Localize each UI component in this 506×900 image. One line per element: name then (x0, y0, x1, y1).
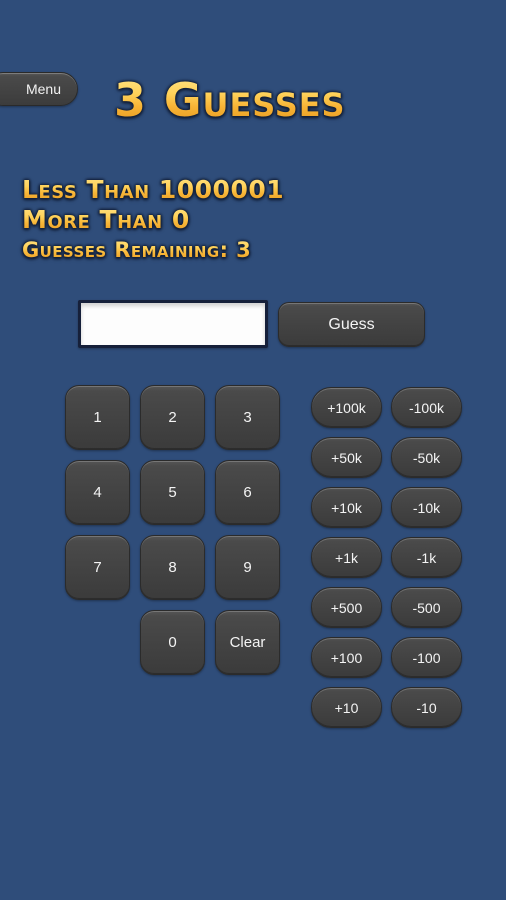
adjust-keypad: +100k -100k +50k -50k +10k -10k +1k -1k +500 -500… (311, 387, 462, 728)
status-guesses-remaining: Guesses Remaining: 3 (22, 237, 284, 264)
key-8-label: 8 (168, 559, 177, 576)
adjust-plus-100k-button[interactable]: +100k (311, 387, 382, 428)
key-blank (65, 610, 130, 675)
status-less-than: Less Than 1000001 (22, 175, 285, 204)
adjust-minus-100-label: -100 (412, 649, 441, 666)
key-3-label: 3 (243, 409, 252, 426)
guess-submit-button[interactable]: Guess (278, 302, 425, 347)
adjust-plus-100-button[interactable]: +100 (311, 637, 382, 678)
adjust-minus-10k-button[interactable]: -10k (391, 487, 462, 528)
adjust-minus-500-label: -500 (412, 599, 441, 616)
key-1-label: 1 (93, 409, 102, 426)
adjust-plus-100k-label: +100k (327, 399, 366, 416)
adjust-minus-1k-button[interactable]: -1k (391, 537, 462, 578)
numeric-keypad: 1 2 3 4 5 6 7 8 9 0 Clear (65, 385, 280, 675)
key-9-label: 9 (243, 559, 252, 576)
key-1[interactable]: 1 (65, 385, 130, 450)
adjust-minus-50k-button[interactable]: -50k (391, 437, 462, 478)
key-6-label: 6 (243, 484, 252, 501)
key-4-label: 4 (93, 484, 102, 501)
guess-input[interactable] (78, 300, 268, 348)
adjust-minus-10k-label: -10k (412, 499, 441, 516)
key-9[interactable]: 9 (215, 535, 280, 600)
adjust-minus-1k-label: -1k (416, 549, 437, 566)
menu-button[interactable]: Menu (0, 72, 78, 106)
menu-button-label: Menu (25, 81, 61, 97)
adjust-minus-10-button[interactable]: -10 (391, 687, 462, 728)
adjust-plus-1k-button[interactable]: +1k (311, 537, 382, 578)
adjust-minus-10-label: -10 (416, 699, 437, 716)
adjust-plus-10-button[interactable]: +10 (311, 687, 382, 728)
adjust-plus-500-label: +500 (330, 599, 363, 616)
adjust-plus-1k-label: +1k (335, 549, 358, 566)
key-8[interactable]: 8 (140, 535, 205, 600)
adjust-plus-500-button[interactable]: +500 (311, 587, 382, 628)
key-3[interactable]: 3 (215, 385, 280, 450)
adjust-minus-100k-button[interactable]: -100k (391, 387, 462, 428)
adjust-plus-50k-button[interactable]: +50k (311, 437, 382, 478)
adjust-plus-10k-label: +10k (331, 499, 362, 516)
adjust-minus-100-button[interactable]: -100 (391, 637, 462, 678)
key-5[interactable]: 5 (140, 460, 205, 525)
key-6[interactable]: 6 (215, 460, 280, 525)
status-info-block: Less Than 1000001 More Than 0 Guesses Re… (22, 175, 284, 264)
page-title: 3 Guesses (114, 73, 346, 127)
adjust-plus-100-label: +100 (330, 649, 363, 666)
guess-submit-label: Guess (328, 315, 375, 333)
key-5-label: 5 (168, 484, 177, 501)
key-0[interactable]: 0 (140, 610, 205, 675)
adjust-plus-10k-button[interactable]: +10k (311, 487, 382, 528)
key-7-label: 7 (93, 559, 102, 576)
key-7[interactable]: 7 (65, 535, 130, 600)
key-clear[interactable]: Clear (215, 610, 280, 675)
status-more-than: More Than 0 (22, 205, 284, 235)
adjust-plus-10-label: +10 (334, 699, 359, 716)
key-4[interactable]: 4 (65, 460, 130, 525)
key-2[interactable]: 2 (140, 385, 205, 450)
adjust-minus-500-button[interactable]: -500 (391, 587, 462, 628)
key-0-label: 0 (168, 634, 177, 651)
adjust-plus-50k-label: +50k (331, 449, 362, 466)
adjust-minus-50k-label: -50k (412, 449, 441, 466)
key-clear-label: Clear (229, 634, 266, 651)
key-2-label: 2 (168, 409, 177, 426)
adjust-minus-100k-label: -100k (408, 399, 445, 416)
